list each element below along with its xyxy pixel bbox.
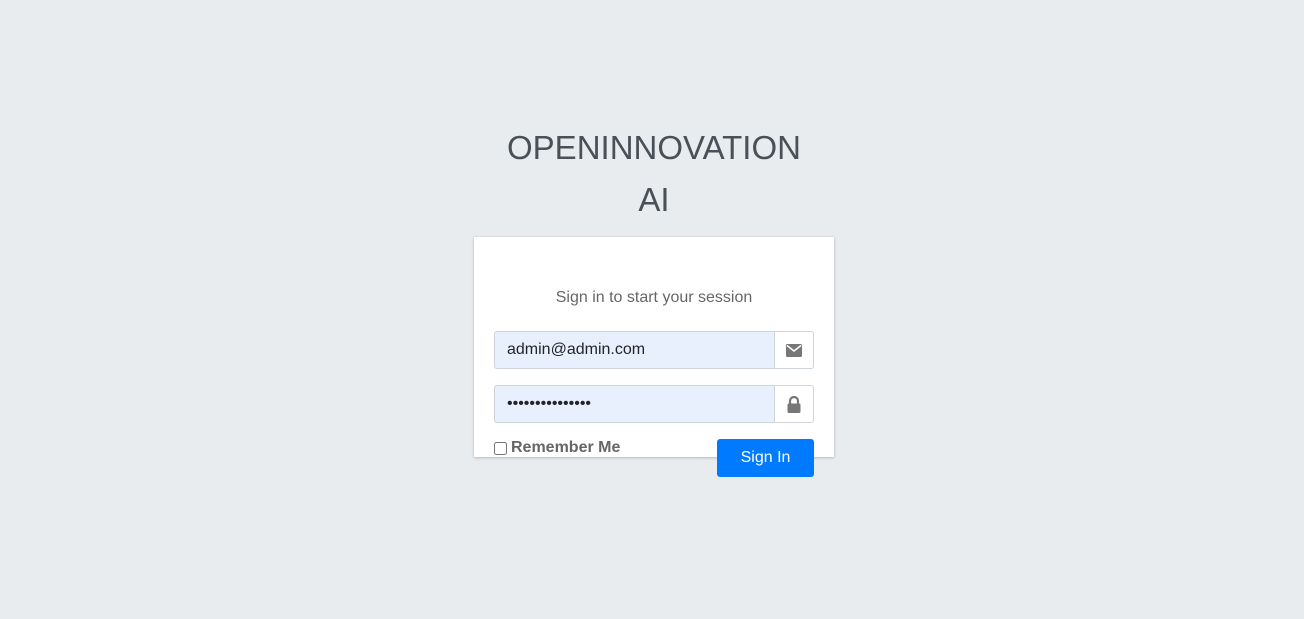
remember-me-checkbox[interactable] xyxy=(494,441,507,455)
email-input-group xyxy=(494,331,814,369)
remember-me-label: Remember Me xyxy=(511,439,621,456)
logo-line-2: AI xyxy=(638,181,670,218)
password-addon xyxy=(774,385,814,423)
login-message: Sign in to start your session xyxy=(555,289,753,306)
password-input-group xyxy=(494,385,814,423)
email-input[interactable] xyxy=(494,331,774,369)
login-box: OPENINNOVATION AI Sign in to start your … xyxy=(474,122,834,477)
envelope-icon xyxy=(786,343,802,357)
logo-line-1: OPENINNOVATION xyxy=(507,129,801,166)
app-logo[interactable]: OPENINNOVATION AI xyxy=(474,122,834,226)
lock-icon xyxy=(787,395,801,413)
email-addon xyxy=(774,331,814,369)
remember-me[interactable]: Remember Me xyxy=(494,439,620,457)
sign-in-button[interactable]: Sign In xyxy=(717,439,814,477)
password-input[interactable] xyxy=(494,385,774,423)
login-actions-row: Remember Me Sign In xyxy=(494,439,814,477)
login-card: Sign in to start your session admin@admi… xyxy=(474,237,834,477)
